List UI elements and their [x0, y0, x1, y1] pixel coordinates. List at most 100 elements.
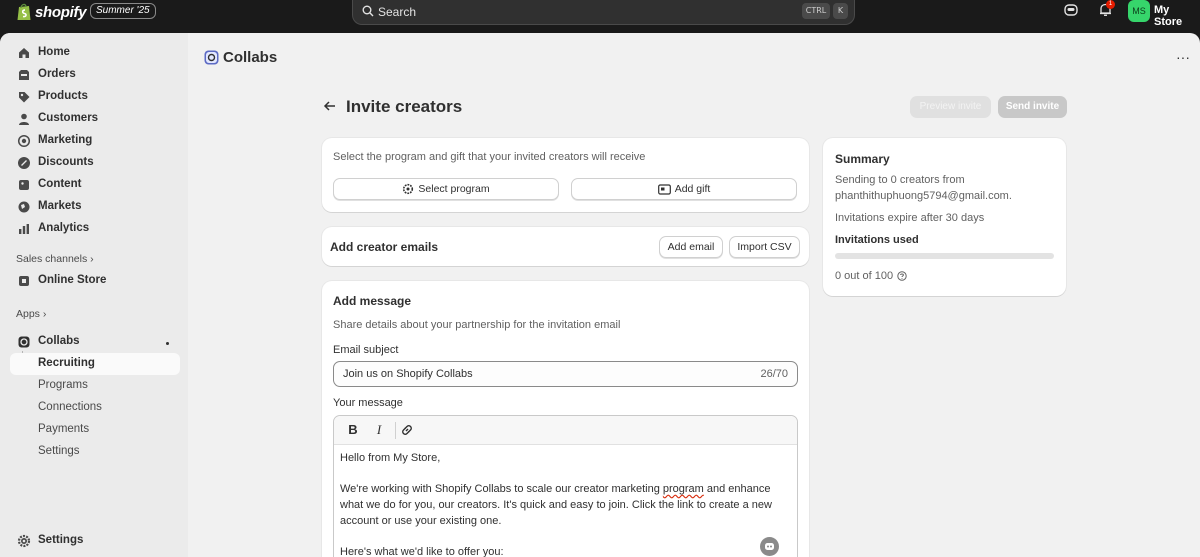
- home-icon: [19, 48, 29, 58]
- sidekick-icon[interactable]: [1064, 3, 1078, 17]
- back-arrow-icon[interactable]: [323, 99, 337, 113]
- message-paragraph-line: Here's what we'd like to offer you:: [340, 546, 504, 557]
- sidebar-item-marketing[interactable]: Marketing: [10, 130, 180, 152]
- your-message-label: Your message: [333, 397, 403, 409]
- admin-frame: Home Orders Products Customers Marketing…: [0, 33, 1200, 557]
- email-subject-label: Email subject: [333, 344, 399, 356]
- message-paragraph-line: account or use your existing one.: [340, 515, 502, 527]
- invitations-used-label: Invitations used: [835, 234, 919, 246]
- gear-badge-icon: [403, 183, 414, 195]
- page-title: Invite creators: [346, 97, 463, 116]
- program-card: Select the program and gift that your in…: [322, 138, 809, 212]
- top-bar: shopify Summer '25 Search CTRL K 1 MS My…: [0, 0, 1200, 33]
- search-placeholder: Search: [378, 5, 417, 19]
- sidebar-item-settings[interactable]: Settings: [10, 530, 180, 552]
- sidebar-item-online-store[interactable]: Online Store: [10, 270, 180, 292]
- sales-channels-label: Sales channels: [16, 253, 88, 265]
- sidebar-item-payments[interactable]: Payments: [10, 419, 180, 441]
- spellcheck-word: program: [662, 483, 704, 495]
- sidebar-item-programs[interactable]: Programs: [10, 375, 180, 397]
- preview-invite-button[interactable]: Preview invite: [910, 96, 991, 118]
- message-editor[interactable]: B I Hello from My Store, We're working w…: [333, 415, 798, 557]
- collabs-app-icon: [204, 50, 219, 64]
- pin-indicator: [166, 342, 169, 345]
- italic-button[interactable]: I: [372, 423, 386, 437]
- store-name[interactable]: My Store: [1154, 4, 1200, 28]
- sidebar-item-label: Online Store: [38, 274, 107, 286]
- content-icon: [19, 180, 29, 190]
- sidebar-item-orders[interactable]: Orders: [10, 64, 180, 86]
- select-program-label: Select program: [418, 183, 490, 195]
- assistant-button[interactable]: [760, 537, 779, 556]
- gear-icon: [17, 534, 31, 548]
- tag-icon: [19, 92, 30, 103]
- search-icon: [362, 5, 374, 17]
- add-email-button[interactable]: Add email: [659, 236, 723, 258]
- sidebar-item-label: Home: [38, 46, 70, 58]
- sidebar-item-label: Connections: [38, 401, 102, 413]
- creator-emails-title: Add creator emails: [330, 240, 439, 254]
- sidebar-item-recruiting[interactable]: Recruiting: [10, 353, 180, 375]
- message-paragraph-line: what we do for you, our creators. It's q…: [340, 499, 772, 511]
- search-bar[interactable]: Search CTRL K: [352, 0, 855, 25]
- sidebar-item-label: Settings: [38, 445, 80, 457]
- sidebar-item-discounts[interactable]: Discounts: [10, 152, 180, 174]
- sales-channels-heading[interactable]: Sales channels ›: [16, 253, 94, 265]
- invitations-used-count: 0 out of 100: [835, 270, 894, 282]
- sidebar-item-label: Customers: [38, 112, 99, 124]
- shopify-logo[interactable]: shopify: [16, 2, 87, 22]
- edition-badge: Summer '25: [90, 3, 156, 19]
- bold-button[interactable]: B: [346, 423, 360, 437]
- summary-card: Summary Sending to 0 creators from phant…: [823, 138, 1066, 296]
- sidebar-item-label: Settings: [38, 534, 84, 546]
- shortcut-ctrl: CTRL: [802, 3, 830, 19]
- add-gift-label: Add gift: [674, 183, 711, 195]
- message-text-segment: and enhance: [703, 483, 771, 495]
- more-actions-button[interactable]: ···: [1172, 47, 1194, 67]
- sidebar-item-analytics[interactable]: Analytics: [10, 218, 180, 240]
- select-program-button[interactable]: Select program: [333, 178, 559, 200]
- sidebar-item-markets[interactable]: Markets: [10, 196, 180, 218]
- sidebar-item-connections[interactable]: Connections: [10, 397, 180, 419]
- sidebar-item-products[interactable]: Products: [10, 86, 180, 108]
- invitations-used-count-row: 0 out of 100: [835, 270, 907, 282]
- character-count: 26/70: [760, 368, 788, 380]
- globe-icon: [18, 201, 30, 213]
- invite-expiry: Invitations expire after 30 days: [835, 212, 985, 224]
- message-paragraph-line: We're working with Shopify Collabs to sc…: [340, 483, 771, 495]
- notification-count: 1: [1106, 0, 1115, 9]
- sidebar-item-label: Analytics: [38, 222, 90, 234]
- link-icon[interactable]: [400, 423, 414, 437]
- help-icon[interactable]: [897, 271, 907, 281]
- apps-heading[interactable]: Apps ›: [16, 308, 46, 320]
- send-invite-button[interactable]: Send invite: [998, 96, 1067, 118]
- collabs-icon: [18, 336, 30, 348]
- ellipsis-icon: ···: [1176, 49, 1190, 65]
- target-icon: [17, 134, 31, 148]
- sidebar-item-label: Orders: [38, 68, 76, 80]
- sidebar-item-label: Recruiting: [38, 357, 95, 369]
- sidebar-item-customers[interactable]: Customers: [10, 108, 180, 130]
- sidebar-item-label: Marketing: [38, 134, 93, 146]
- sidebar-item-content[interactable]: Content: [10, 174, 180, 196]
- email-subject-field[interactable]: Join us on Shopify Collabs 26/70: [333, 361, 798, 387]
- summary-title: Summary: [835, 152, 890, 166]
- editor-toolbar: B I: [334, 416, 797, 445]
- sidebar-item-collabs[interactable]: Collabs: [10, 331, 180, 353]
- message-card: Add message Share details about your par…: [322, 281, 809, 557]
- discount-icon: [18, 157, 30, 169]
- sender-email: phanthithuphuong5794@gmail.com.: [835, 190, 1012, 202]
- sidebar-item-collabs-settings[interactable]: Settings: [10, 441, 180, 463]
- app-title: Collabs: [223, 48, 278, 66]
- chevron-right-icon: ›: [90, 253, 94, 265]
- message-greeting: Hello from My Store,: [340, 452, 441, 464]
- message-text-segment: We're working with Shopify Collabs to sc…: [340, 483, 663, 495]
- import-csv-button[interactable]: Import CSV: [729, 236, 800, 258]
- message-title: Add message: [333, 294, 412, 308]
- sending-text-line: Sending to 0 creators from: [835, 174, 965, 186]
- sidebar-item-label: Markets: [38, 200, 82, 212]
- avatar[interactable]: MS: [1128, 0, 1150, 22]
- add-gift-button[interactable]: Add gift: [571, 178, 797, 200]
- sidebar-item-home[interactable]: Home: [10, 42, 180, 64]
- sidebar-item-label: Content: [38, 178, 82, 190]
